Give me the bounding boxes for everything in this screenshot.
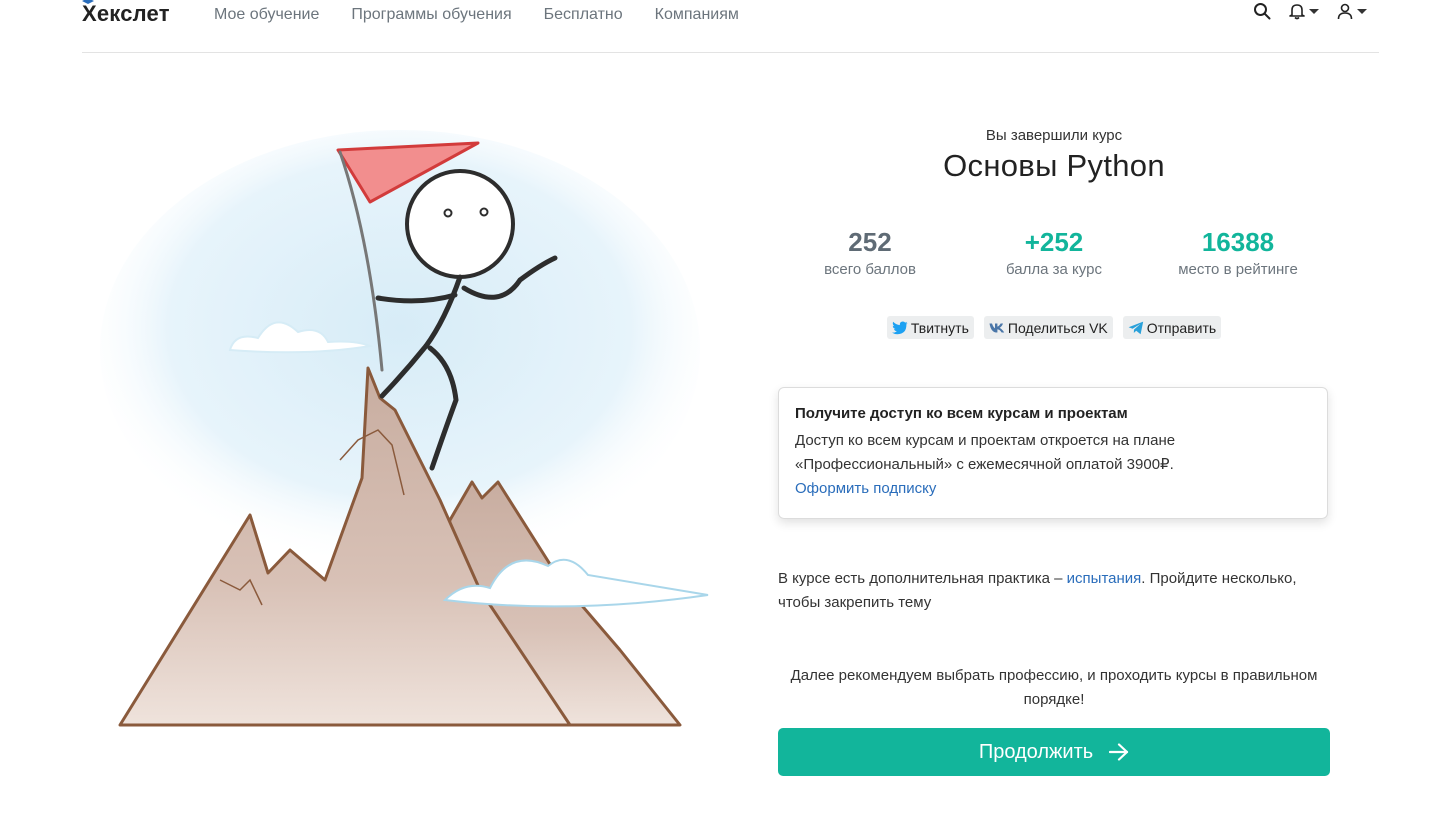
- bell-icon: [1289, 4, 1305, 20]
- stat-value: 16388: [1201, 227, 1275, 257]
- nav-companies[interactable]: Компаниям: [655, 4, 739, 26]
- mountain-illustration: [100, 130, 709, 727]
- search-button[interactable]: [1253, 2, 1271, 20]
- arrow-right-icon: [1109, 743, 1129, 761]
- share-buttons: Твитнуть Поделиться VK Отправить: [778, 316, 1330, 339]
- twitter-share-label: Твитнуть: [910, 319, 969, 336]
- vk-share-label: Поделиться VK: [1007, 319, 1108, 336]
- main-nav: Мое обучение Программы обучения Бесплатн…: [214, 4, 739, 26]
- header-actions: [1253, 2, 1367, 20]
- twitter-icon: [891, 321, 908, 334]
- access-card-title: Получите доступ ко всем курсам и проекта…: [795, 405, 1128, 422]
- chevron-down-icon: [1357, 8, 1367, 14]
- stat-label: место в рейтинге: [1178, 261, 1298, 278]
- logo-text: Хекслет: [82, 1, 170, 26]
- vk-share-button[interactable]: Поделиться VK: [983, 316, 1113, 339]
- stat-value: 252: [848, 227, 892, 257]
- stat-label: балла за курс: [1006, 261, 1102, 278]
- notifications-button[interactable]: [1289, 2, 1319, 20]
- access-card: Получите доступ ко всем курсам и проекта…: [778, 387, 1328, 519]
- chevron-down-icon: [1309, 8, 1319, 14]
- telegram-share-label: Отправить: [1146, 319, 1217, 336]
- practice-note: В курсе есть дополнительная практика – и…: [778, 567, 1330, 615]
- nav-programs[interactable]: Программы обучения: [351, 4, 511, 26]
- nav-free[interactable]: Бесплатно: [544, 4, 623, 26]
- practice-text-before: В курсе есть дополнительная практика –: [778, 570, 1067, 587]
- stat-course-points: +252 балла за курс: [962, 226, 1146, 282]
- search-icon: [1254, 3, 1271, 20]
- access-card-text: Доступ ко всем курсам и проектам откроет…: [795, 432, 1176, 473]
- top-navbar: Хекслет Мое обучение Программы обучения …: [82, 0, 1379, 53]
- stat-rating-place: 16388 место в рейтинге: [1146, 226, 1330, 282]
- telegram-icon: [1128, 321, 1143, 334]
- stat-label: всего баллов: [824, 261, 916, 278]
- challenges-link[interactable]: испытания: [1067, 570, 1142, 587]
- vk-icon: [989, 323, 1005, 332]
- twitter-share-button[interactable]: Твитнуть: [886, 316, 974, 339]
- recommendation-text: Далее рекомендуем выбрать профессию, и п…: [790, 667, 1318, 708]
- continue-button[interactable]: Продолжить: [778, 728, 1330, 776]
- user-menu-button[interactable]: [1337, 2, 1367, 20]
- telegram-share-button[interactable]: Отправить: [1122, 316, 1222, 339]
- stat-total-points: 252 всего баллов: [778, 226, 962, 282]
- course-title: Основы Python: [943, 148, 1165, 183]
- completion-subtitle: Вы завершили курс: [985, 127, 1123, 144]
- user-icon: [1337, 3, 1353, 20]
- logo[interactable]: Хекслет: [82, 0, 170, 28]
- nav-my-learning[interactable]: Мое обучение: [214, 4, 319, 26]
- logo-cap-icon: [82, 0, 94, 4]
- stat-value: +252: [1024, 227, 1084, 257]
- continue-label: Продолжить: [978, 740, 1094, 763]
- subscribe-link[interactable]: Оформить подписку: [795, 480, 936, 497]
